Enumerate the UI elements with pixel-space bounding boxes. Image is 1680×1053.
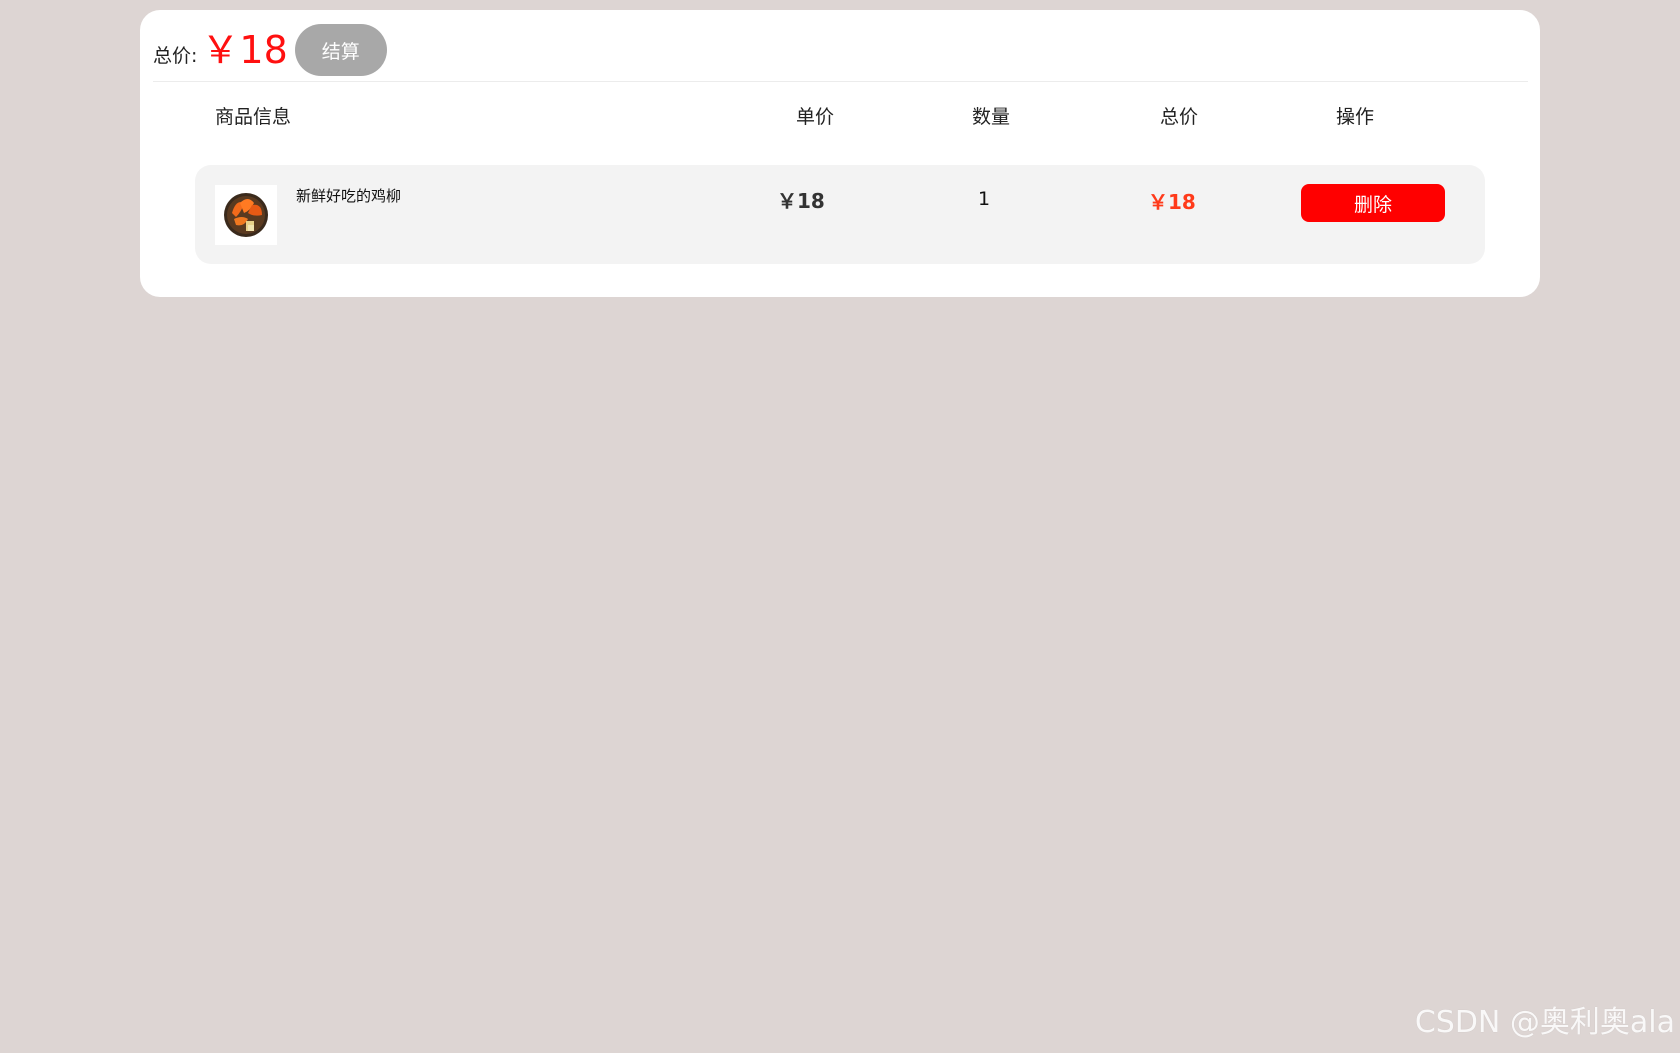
header-total: 总价 — [1160, 106, 1199, 128]
chicken-strips-image — [215, 185, 277, 245]
divider — [153, 81, 1528, 82]
product-name[interactable]: 新鲜好吃的鸡柳 — [296, 185, 401, 206]
unit-price: ￥18 — [777, 189, 825, 213]
header-operation: 操作 — [1336, 106, 1375, 128]
checkout-button[interactable]: 结算 — [294, 24, 387, 76]
total-amount: ￥18 — [201, 28, 288, 72]
delete-button[interactable]: 删除 — [1301, 184, 1445, 222]
header-product-info: 商品信息 — [215, 106, 292, 128]
table-header: 商品信息 单价 数量 总价 操作 — [140, 102, 1540, 134]
watermark: CSDN @奥利奥ala — [1414, 1005, 1675, 1040]
quantity: 1 — [978, 188, 991, 210]
cart-panel: 总价: ￥18 结算 商品信息 单价 数量 总价 操作 新鲜好吃的鸡柳 ￥18 … — [140, 10, 1540, 297]
product-thumbnail-icon — [224, 193, 268, 237]
cart-item-row: 新鲜好吃的鸡柳 ￥18 1 ￥18 删除 — [195, 165, 1485, 264]
total-label: 总价: — [153, 44, 198, 67]
summary-bar: 总价: ￥18 结算 — [153, 20, 387, 80]
header-quantity: 数量 — [972, 106, 1011, 128]
header-unit-price: 单价 — [796, 106, 835, 128]
row-total: ￥18 — [1148, 190, 1196, 214]
